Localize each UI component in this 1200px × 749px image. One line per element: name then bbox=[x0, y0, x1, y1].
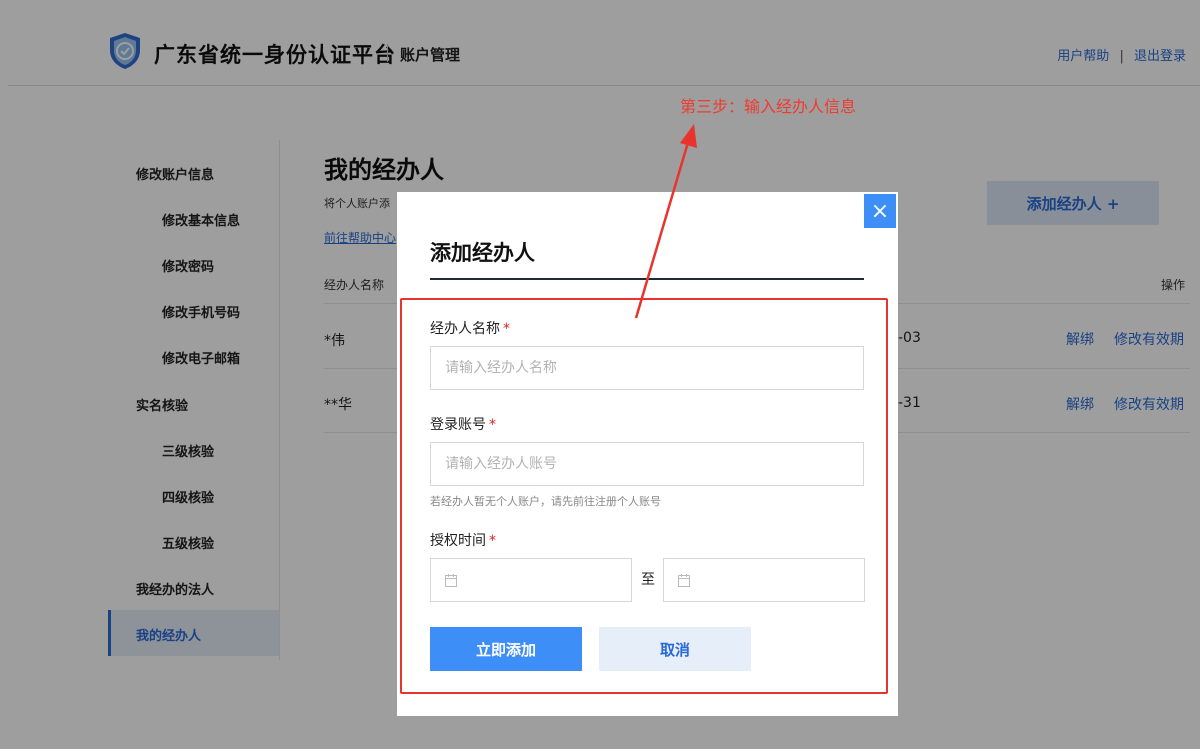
title-underline bbox=[430, 278, 864, 280]
date-range-separator: 至 bbox=[641, 572, 655, 588]
agent-name-input[interactable] bbox=[430, 346, 864, 390]
annotation-step-text: 第三步：输入经办人信息 bbox=[680, 97, 857, 116]
end-date-picker[interactable] bbox=[663, 558, 865, 602]
calendar-icon bbox=[445, 574, 457, 587]
login-account-label: 登录账号 * bbox=[430, 417, 496, 433]
auth-time-label: 授权时间 * bbox=[430, 533, 496, 549]
login-account-input[interactable] bbox=[430, 442, 864, 486]
calendar-icon bbox=[678, 574, 690, 587]
required-mark: * bbox=[489, 417, 496, 433]
required-mark: * bbox=[503, 321, 510, 337]
add-agent-dialog: × 添加经办人 经办人名称* 登录账号* 若经办人暂无个人账户，请先前往注册个人… bbox=[397, 192, 898, 716]
cancel-button[interactable]: 取消 bbox=[599, 627, 751, 671]
close-icon[interactable]: × bbox=[864, 194, 896, 228]
submit-add-button[interactable]: 立即添加 bbox=[430, 627, 582, 671]
account-hint: 若经办人暂无个人账户，请先前往注册个人账号 bbox=[430, 495, 661, 508]
start-date-picker[interactable] bbox=[430, 558, 632, 602]
dialog-title: 添加经办人 bbox=[430, 241, 535, 265]
agent-name-label: 经办人名称 * bbox=[430, 321, 510, 337]
required-mark: * bbox=[489, 533, 496, 549]
